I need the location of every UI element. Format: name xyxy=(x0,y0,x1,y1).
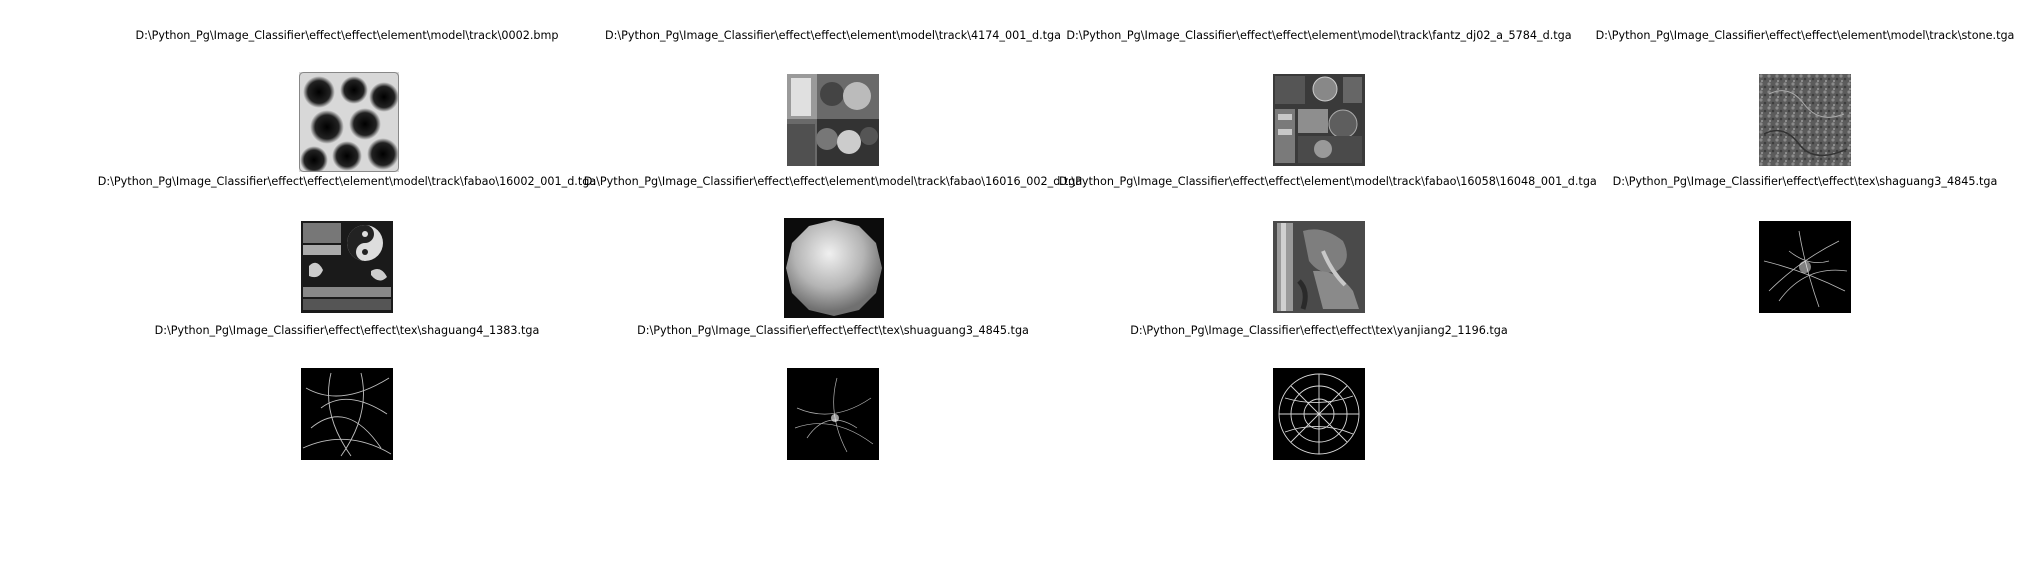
texture-thumbnail xyxy=(787,368,879,460)
texture-thumbnail xyxy=(1273,221,1365,313)
image-caption: D:\Python_Pg\Image_Classifier\effect\eff… xyxy=(1130,324,1508,337)
image-caption: D:\Python_Pg\Image_Classifier\effect\eff… xyxy=(1066,29,1572,42)
image-caption: D:\Python_Pg\Image_Classifier\effect\eff… xyxy=(154,324,540,337)
image-caption: D:\Python_Pg\Image_Classifier\effect\eff… xyxy=(135,29,559,42)
texture-thumbnail xyxy=(1273,368,1365,460)
texture-thumbnail xyxy=(299,72,399,172)
image-caption: D:\Python_Pg\Image_Classifier\effect\eff… xyxy=(637,324,1029,337)
texture-thumbnail xyxy=(301,368,393,460)
image-caption: D:\Python_Pg\Image_Classifier\effect\eff… xyxy=(97,175,597,188)
texture-thumbnail xyxy=(1759,221,1851,313)
texture-thumbnail xyxy=(787,74,879,166)
image-caption: D:\Python_Pg\Image_Classifier\effect\eff… xyxy=(1059,175,1597,188)
image-caption: D:\Python_Pg\Image_Classifier\effect\eff… xyxy=(583,175,1083,188)
texture-thumbnail xyxy=(1273,74,1365,166)
texture-thumbnail xyxy=(1759,74,1851,166)
image-caption: D:\Python_Pg\Image_Classifier\effect\eff… xyxy=(1595,29,2015,42)
texture-thumbnail xyxy=(301,221,393,313)
image-caption: D:\Python_Pg\Image_Classifier\effect\eff… xyxy=(1612,175,1998,188)
texture-thumbnail xyxy=(784,218,884,318)
image-caption: D:\Python_Pg\Image_Classifier\effect\eff… xyxy=(605,29,1061,42)
